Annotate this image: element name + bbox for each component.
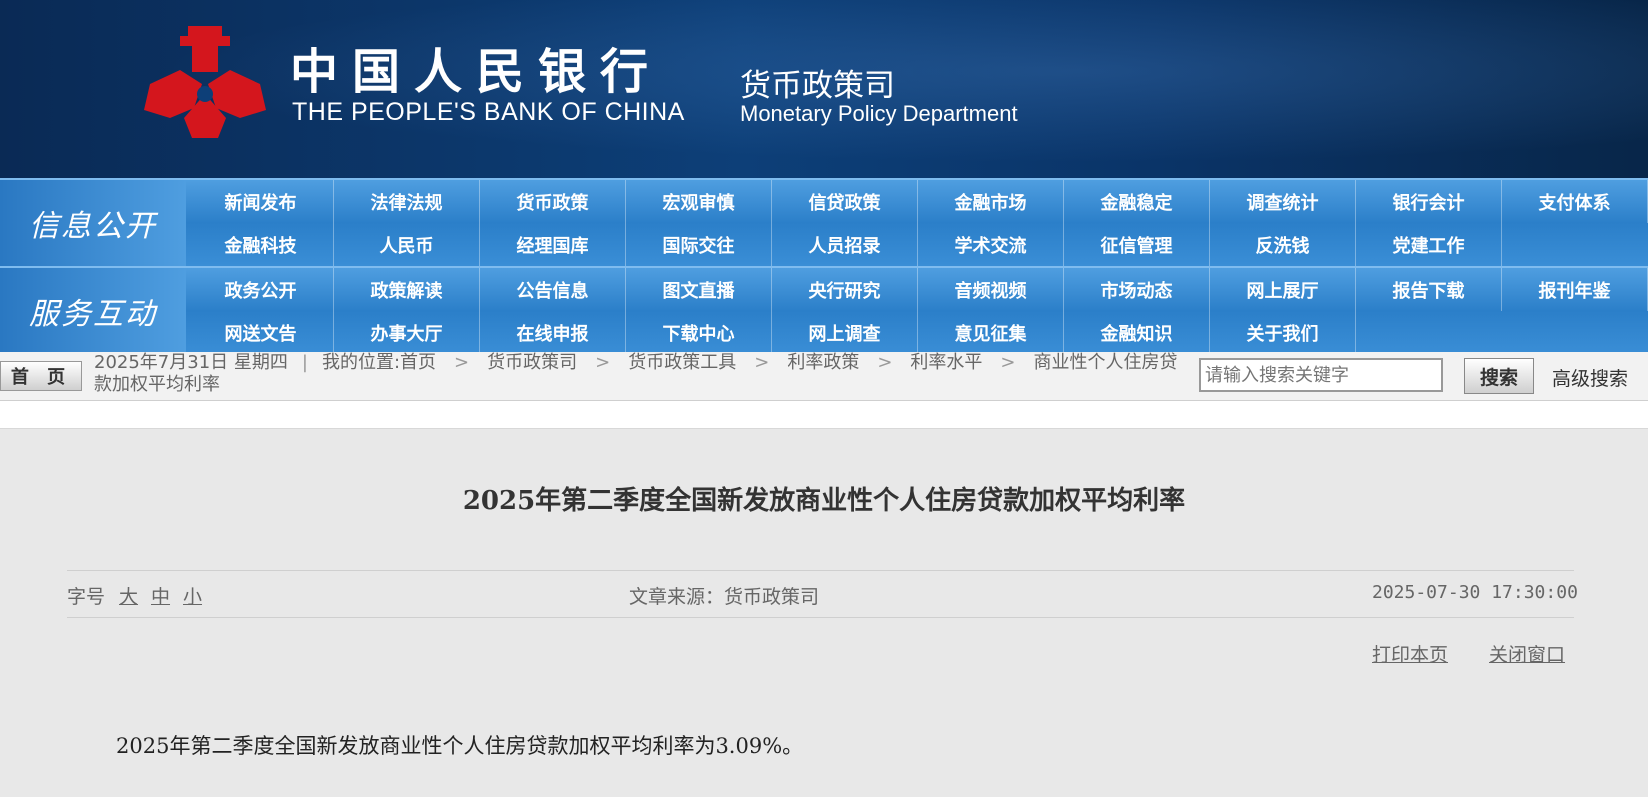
location-prefix: 我的位置: [321, 352, 401, 373]
nav-service-item[interactable]: 网上调查 [772, 311, 918, 354]
font-size-label: 字号 [67, 586, 106, 608]
nav-info-grid: 新闻发布 法律法规 货币政策 宏观审慎 信贷政策 金融市场 金融稳定 调查统计 银行会计 支付体系… [188, 180, 1648, 266]
nav-service-item[interactable]: 市场动态 [1064, 268, 1210, 311]
nav-info-item[interactable]: 金融市场 [918, 180, 1064, 223]
bank-name-cn: 中国人民银行 [290, 44, 663, 100]
nav-info-item[interactable]: 宏观审慎 [626, 180, 772, 223]
article-source: 文章来源：货币政策司 [629, 586, 820, 608]
nav-service-item[interactable]: 图文直播 [626, 268, 772, 311]
nav-info-item[interactable]: 法律法规 [334, 180, 480, 223]
nav-info-item[interactable]: 反洗钱 [1210, 223, 1356, 266]
article-body: 2025年第二季度全国新发放商业性个人住房贷款加权平均利率为3.09%。 [116, 734, 804, 758]
font-size-small-link[interactable]: 小 [183, 582, 202, 609]
chevron-right-icon: > [454, 352, 470, 373]
nav-service-item[interactable]: 音频视频 [918, 268, 1064, 311]
nav-info-item[interactable]: 人员招录 [772, 223, 918, 266]
nav-service-item[interactable]: 公告信息 [480, 268, 626, 311]
nav-service-item[interactable]: 网送文告 [188, 311, 334, 354]
chevron-right-icon: > [754, 352, 770, 373]
nav-info-item[interactable]: 人民币 [334, 223, 480, 266]
nav-service-item [1502, 311, 1648, 354]
nav-info-title: 信息公开 [0, 180, 186, 266]
nav-info-item[interactable]: 经理国库 [480, 223, 626, 266]
nav-service: 服务互动 政务公开 政策解读 公告信息 图文直播 央行研究 音频视频 市场动态 网上展厅 报告下… [0, 266, 1648, 354]
breadcrumb-tools[interactable]: 货币政策工具 [628, 352, 736, 373]
nav-service-item[interactable]: 在线申报 [480, 311, 626, 354]
nav-service-item[interactable]: 网上展厅 [1210, 268, 1356, 311]
nav-service-item[interactable]: 办事大厅 [334, 311, 480, 354]
chevron-right-icon: > [877, 352, 893, 373]
breadcrumb-rate-level[interactable]: 利率水平 [910, 352, 982, 373]
nav-info-item[interactable]: 学术交流 [918, 223, 1064, 266]
nav-service-item[interactable]: 下载中心 [626, 311, 772, 354]
nav-info-item[interactable]: 货币政策 [480, 180, 626, 223]
nav-info-item[interactable]: 金融科技 [188, 223, 334, 266]
breadcrumb: 2025年7月31日 星期四 | 我的位置:首页 > 货币政策司 > 货币政策工具 > 利率政策… [94, 352, 1184, 396]
breadcrumb-home[interactable]: 首页 [400, 352, 436, 373]
bank-name-en: THE PEOPLE'S BANK OF CHINA [292, 98, 685, 126]
print-page-link[interactable]: 打印本页 [1372, 640, 1448, 667]
nav-service-grid: 政务公开 政策解读 公告信息 图文直播 央行研究 音频视频 市场动态 网上展厅 报告下载 报刊年鉴… [188, 268, 1648, 354]
dept-name-cn: 货币政策司 [740, 68, 895, 104]
nav-info-item [1502, 223, 1648, 266]
nav-service-item[interactable]: 政务公开 [188, 268, 334, 311]
nav-service-item[interactable]: 报告下载 [1356, 268, 1502, 311]
nav-service-item [1356, 311, 1502, 354]
article-date: 2025-07-30 17:30:00 [1372, 582, 1578, 603]
chevron-right-icon: > [595, 352, 611, 373]
nav-info-item[interactable]: 调查统计 [1210, 180, 1356, 223]
chevron-right-icon: > [1000, 352, 1016, 373]
nav-info-public: 信息公开 新闻发布 法律法规 货币政策 宏观审慎 信贷政策 金融市场 金融稳定 调查统计 银行会… [0, 178, 1648, 266]
nav-info-item[interactable]: 征信管理 [1064, 223, 1210, 266]
nav-service-item[interactable]: 金融知识 [1064, 311, 1210, 354]
nav-info-item[interactable]: 银行会计 [1356, 180, 1502, 223]
font-size-large-link[interactable]: 大 [119, 582, 138, 609]
home-button[interactable]: 首 页 [0, 361, 82, 391]
site-banner: 中国人民银行 THE PEOPLE'S BANK OF CHINA 货币政策司 … [0, 0, 1648, 178]
divider [67, 570, 1574, 571]
dept-name-en: Monetary Policy Department [740, 101, 1018, 126]
nav-info-item[interactable]: 支付体系 [1502, 180, 1648, 223]
nav-service-item[interactable]: 央行研究 [772, 268, 918, 311]
search-input[interactable] [1199, 358, 1443, 392]
breadcrumb-rate-policy[interactable]: 利率政策 [787, 352, 859, 373]
close-window-link[interactable]: 关闭窗口 [1489, 640, 1565, 667]
font-size-medium-link[interactable]: 中 [151, 582, 170, 609]
divider [67, 617, 1574, 618]
pboc-emblem-icon [144, 26, 266, 138]
nav-service-item[interactable]: 政策解读 [334, 268, 480, 311]
nav-service-title: 服务互动 [0, 268, 186, 354]
nav-info-item[interactable]: 党建工作 [1356, 223, 1502, 266]
nav-info-item[interactable]: 金融稳定 [1064, 180, 1210, 223]
spacer-bar [0, 401, 1648, 429]
advanced-search-link[interactable]: 高级搜索 [1552, 364, 1628, 391]
divider: | [301, 352, 308, 373]
nav-info-item[interactable]: 国际交往 [626, 223, 772, 266]
nav-service-item[interactable]: 意见征集 [918, 311, 1064, 354]
nav-service-item[interactable]: 关于我们 [1210, 311, 1356, 354]
search-button[interactable]: 搜索 [1464, 358, 1534, 394]
breadcrumb-bar: 首 页 2025年7月31日 星期四 | 我的位置:首页 > 货币政策司 > 货币政策工具 >… [0, 352, 1648, 401]
nav-service-item[interactable]: 报刊年鉴 [1502, 268, 1648, 311]
article-title: 2025年第二季度全国新发放商业性个人住房贷款加权平均利率 [462, 486, 1186, 516]
breadcrumb-dept[interactable]: 货币政策司 [487, 352, 577, 373]
current-date: 2025年7月31日 星期四 [94, 352, 288, 373]
nav-info-item[interactable]: 信贷政策 [772, 180, 918, 223]
nav-info-item[interactable]: 新闻发布 [188, 180, 334, 223]
